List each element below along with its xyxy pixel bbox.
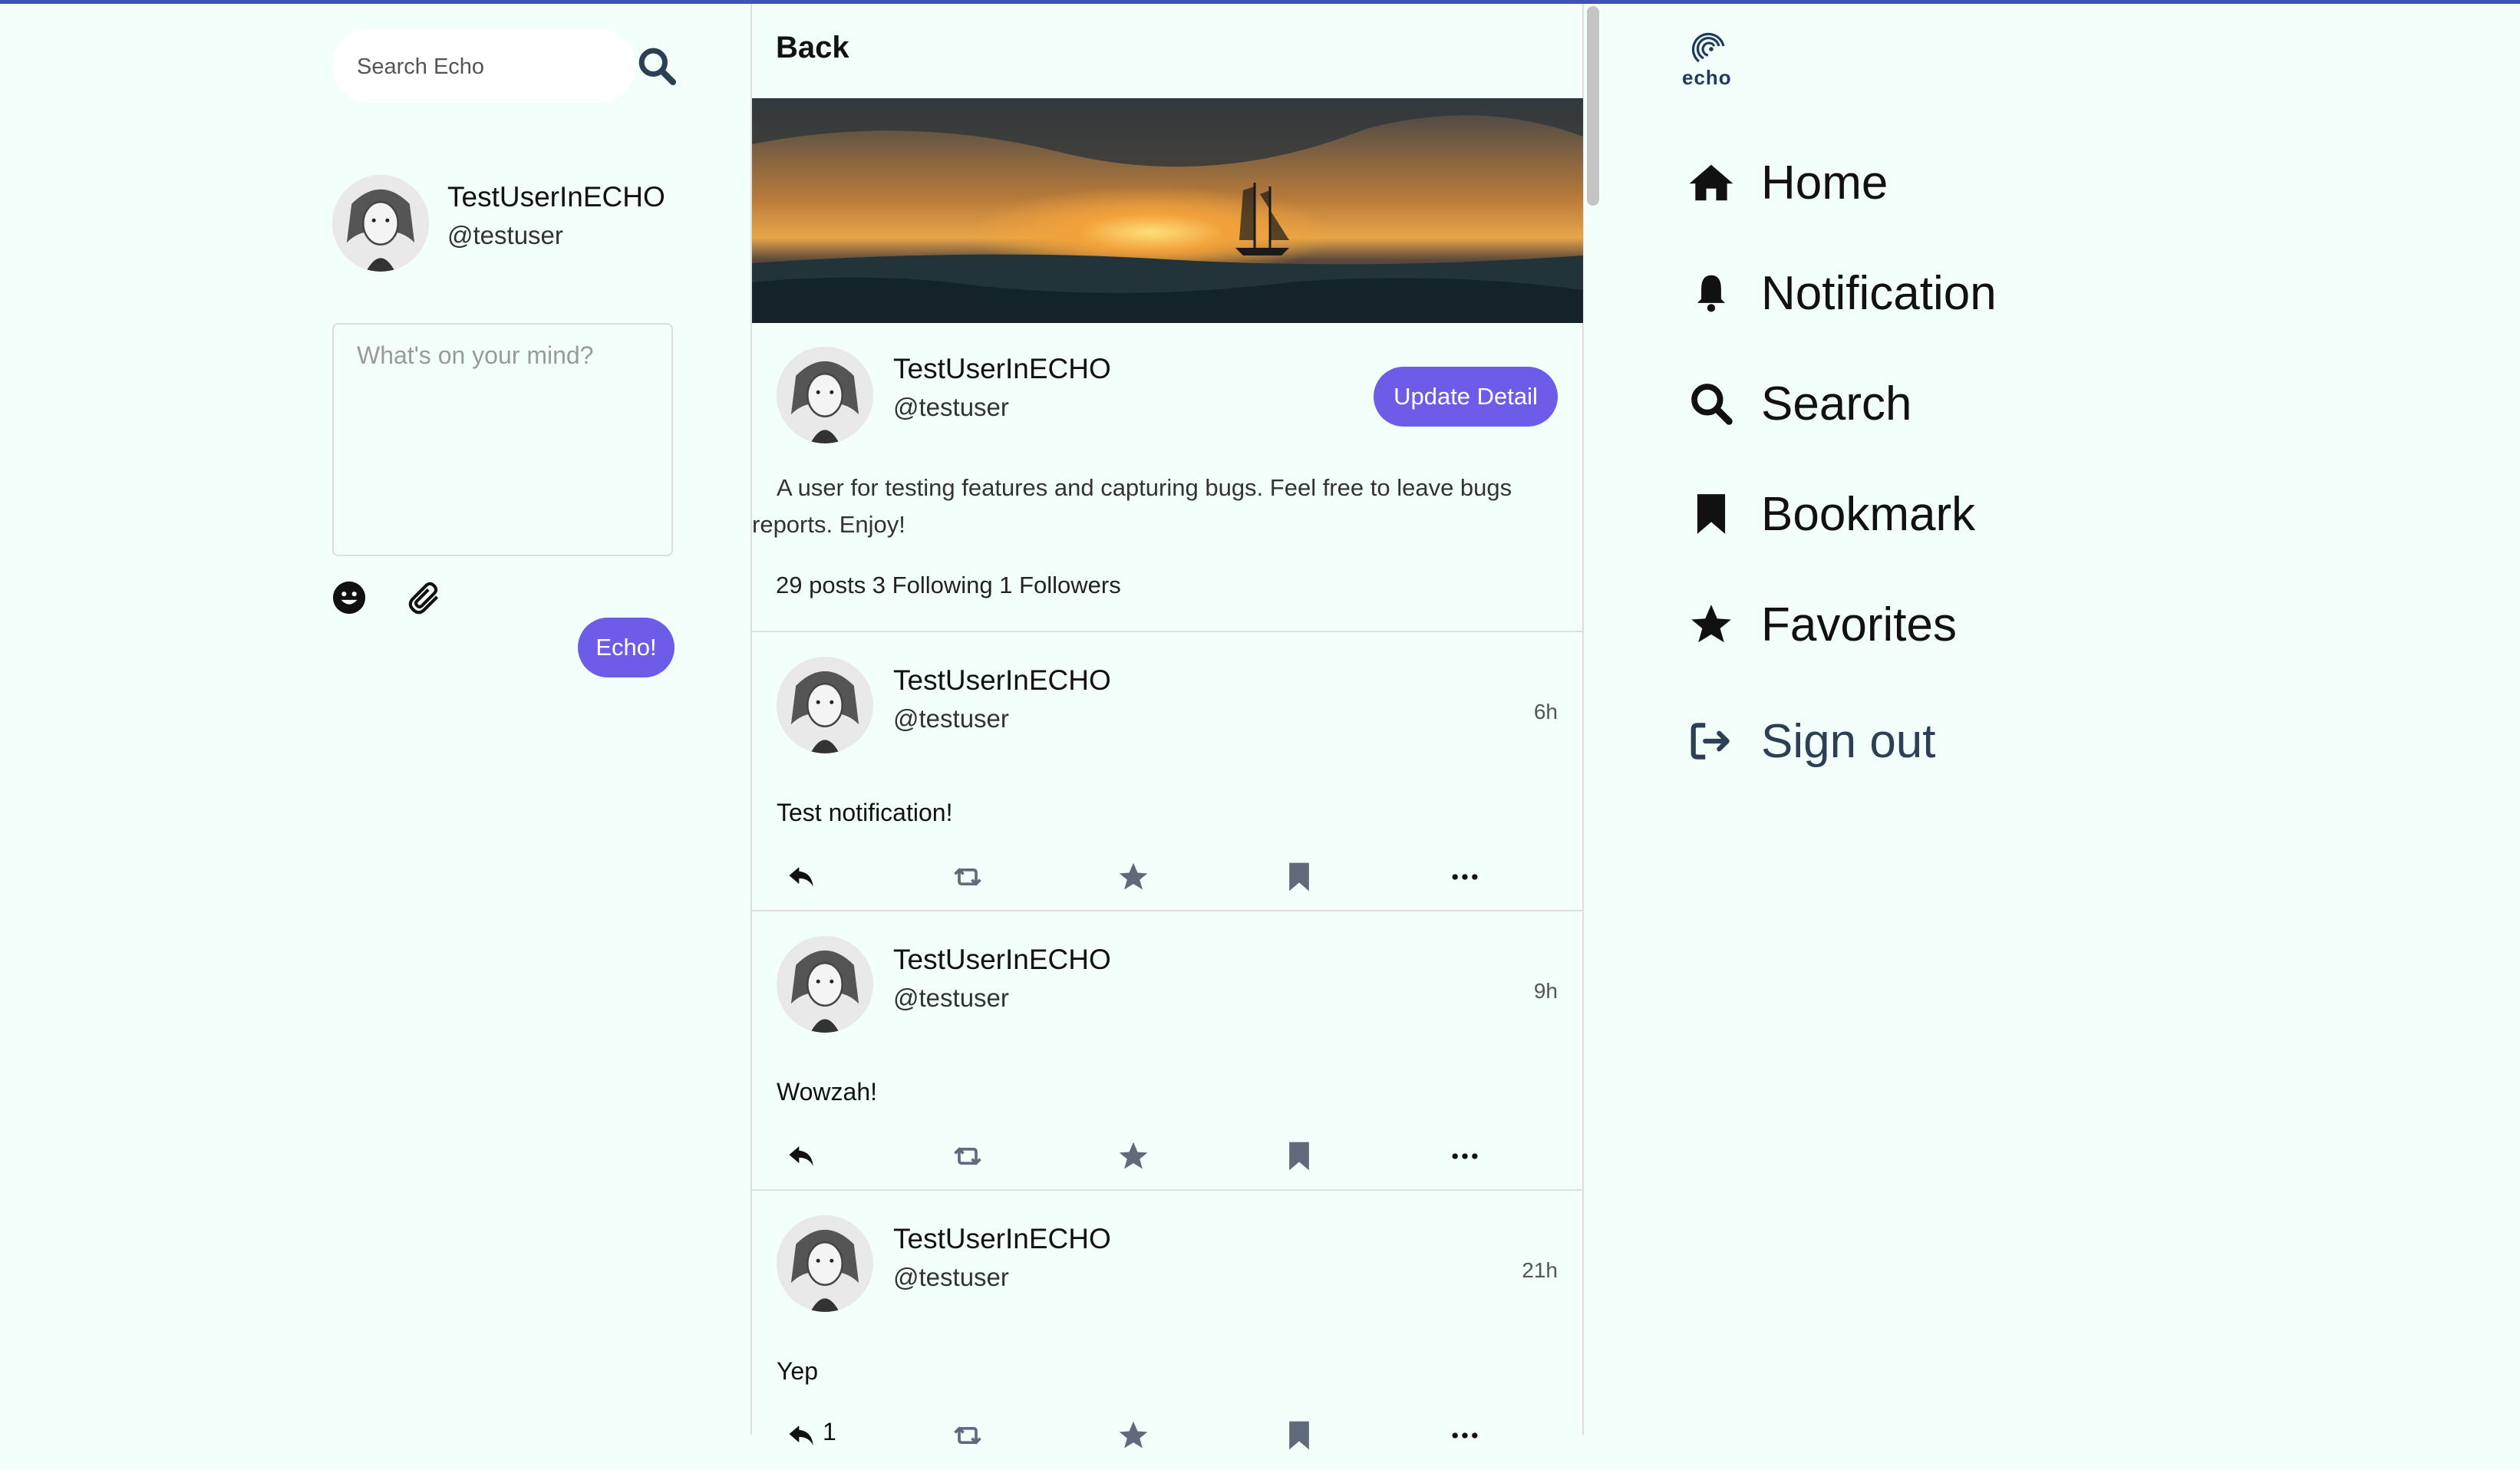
- avatar[interactable]: [777, 657, 873, 753]
- retweet-icon[interactable]: [947, 856, 988, 898]
- profile-name: TestUserInECHO: [893, 353, 1111, 384]
- update-detail-button[interactable]: Update Detail: [1374, 367, 1558, 427]
- back-button[interactable]: Back: [776, 31, 849, 65]
- profile-bio: A user for testing features and capturin…: [752, 474, 1512, 538]
- post-author-handle: @testuser: [893, 984, 1009, 1012]
- nav-label: Favorites: [1761, 598, 1957, 651]
- post-author-handle: @testuser: [893, 1263, 1009, 1291]
- nav-favorites[interactable]: Favorites: [1684, 598, 1957, 651]
- search-box[interactable]: [332, 29, 636, 104]
- search-icon[interactable]: [635, 44, 678, 87]
- nav-label: Bookmark: [1761, 487, 1976, 541]
- nav-home[interactable]: Home: [1684, 156, 1888, 209]
- compose-box[interactable]: [332, 323, 673, 556]
- retweet-icon[interactable]: [947, 1135, 988, 1177]
- star-icon[interactable]: [1113, 856, 1154, 898]
- star-icon[interactable]: [1113, 1415, 1154, 1456]
- post-timestamp: 6h: [1533, 700, 1558, 723]
- reply-count: 1: [823, 1418, 836, 1445]
- post-item[interactable]: TestUserInECHO @testuser 21h Yep 1: [752, 1192, 1583, 1470]
- retweet-icon[interactable]: [947, 1415, 988, 1456]
- reply-icon[interactable]: [781, 856, 823, 898]
- emoji-icon[interactable]: [331, 580, 367, 615]
- post-text: Wowzah!: [777, 1078, 878, 1106]
- bookmark-icon: [1684, 487, 1738, 541]
- echo-button[interactable]: Echo!: [578, 618, 675, 677]
- post-text: Yep: [777, 1357, 818, 1385]
- nav-label: Notification: [1761, 266, 1997, 320]
- home-icon: [1684, 156, 1738, 209]
- post-author-name: TestUserInECHO: [893, 1223, 1111, 1254]
- profile-avatar[interactable]: [777, 347, 873, 443]
- bookmark-icon[interactable]: [1278, 1135, 1320, 1177]
- profile-stats: 29 posts 3 Following 1 Followers: [776, 572, 1121, 598]
- post-timestamp: 9h: [1533, 979, 1558, 1003]
- avatar[interactable]: [777, 936, 873, 1033]
- compose-input[interactable]: [334, 325, 671, 555]
- more-icon[interactable]: [1444, 1135, 1486, 1177]
- star-icon[interactable]: [1113, 1135, 1154, 1177]
- post-timestamp: 21h: [1522, 1258, 1558, 1282]
- post-item[interactable]: TestUserInECHO @testuser 9h Wowzah!: [752, 913, 1583, 1191]
- nav-notification[interactable]: Notification: [1684, 266, 1997, 320]
- profile-banner: [752, 98, 1583, 323]
- avatar[interactable]: [332, 175, 429, 272]
- nav-label: Sign out: [1761, 714, 1936, 768]
- star-icon: [1684, 598, 1738, 651]
- current-user-name: TestUserInECHO: [447, 181, 665, 213]
- post-actions: [752, 1135, 1583, 1182]
- sign-out-icon: [1684, 714, 1738, 768]
- nav-label: Search: [1761, 377, 1912, 430]
- post-actions: [752, 856, 1583, 902]
- nav-bookmark[interactable]: Bookmark: [1684, 487, 1975, 541]
- paperclip-icon[interactable]: [405, 578, 444, 617]
- post-author-handle: @testuser: [893, 704, 1009, 733]
- post-actions: 1: [752, 1415, 1583, 1461]
- more-icon[interactable]: [1444, 856, 1486, 898]
- current-user-handle: @testuser: [447, 221, 563, 249]
- post-item[interactable]: TestUserInECHO @testuser 6h Test notific…: [752, 634, 1583, 911]
- bell-icon: [1684, 266, 1738, 320]
- divider: [752, 631, 1583, 632]
- search-input[interactable]: [355, 29, 619, 104]
- logo-text: echo: [1682, 66, 1732, 89]
- scrollbar[interactable]: [1587, 6, 1599, 206]
- post-text: Test notification!: [777, 799, 953, 826]
- bookmark-icon[interactable]: [1278, 1415, 1320, 1456]
- profile-handle: @testuser: [893, 393, 1009, 421]
- divider: [752, 910, 1583, 911]
- post-author-name: TestUserInECHO: [893, 664, 1111, 696]
- search-icon: [1684, 377, 1738, 430]
- avatar[interactable]: [777, 1215, 873, 1312]
- reply-icon[interactable]: [781, 1415, 823, 1456]
- nav-search[interactable]: Search: [1684, 377, 1911, 430]
- more-icon[interactable]: [1444, 1415, 1486, 1456]
- post-author-name: TestUserInECHO: [893, 944, 1111, 975]
- nav-sign-out[interactable]: Sign out: [1684, 714, 1936, 768]
- reply-icon[interactable]: [781, 1135, 823, 1177]
- divider: [752, 1189, 1583, 1191]
- bookmark-icon[interactable]: [1278, 856, 1320, 898]
- nav-label: Home: [1761, 156, 1888, 209]
